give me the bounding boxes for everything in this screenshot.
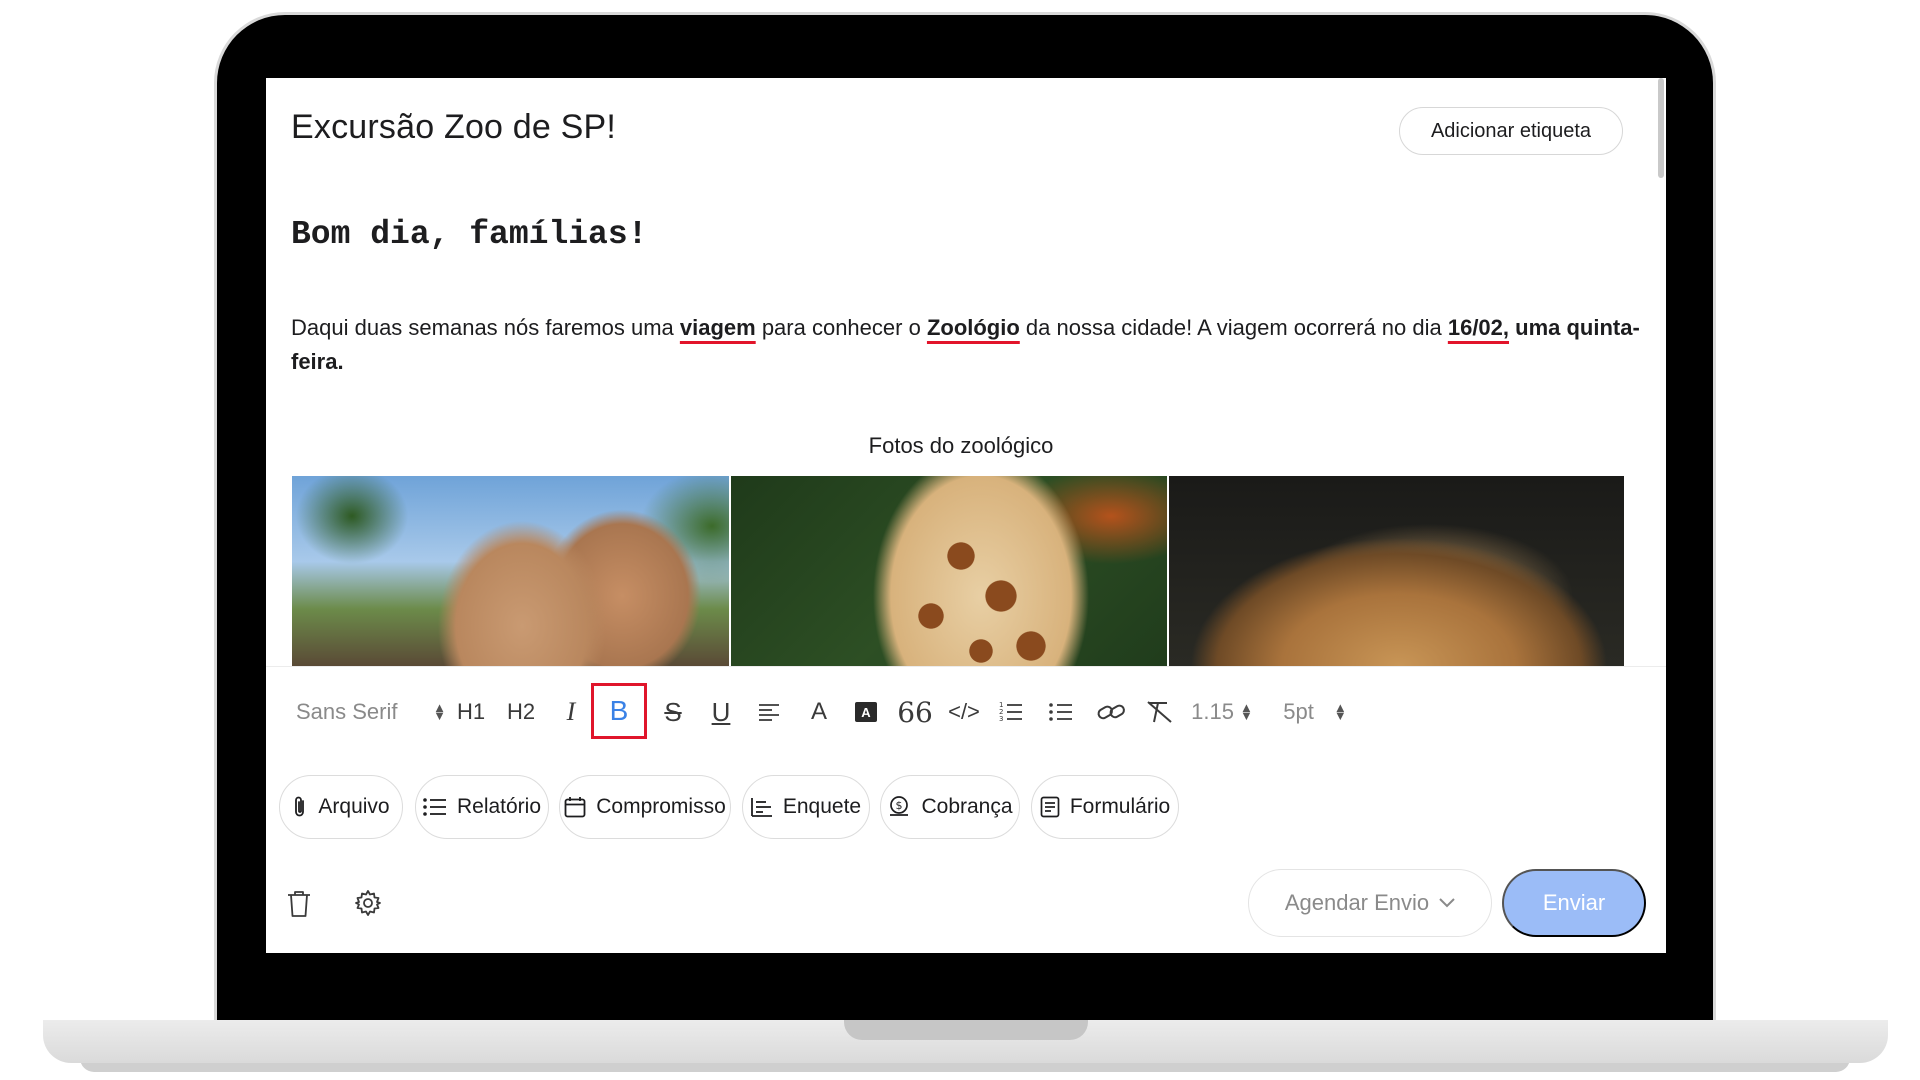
- paragraph-text: para conhecer o: [755, 315, 927, 340]
- composer-panel: Sans Serif ▲ ▼ H1 H2 I B S U A A 66 </> 1…: [266, 666, 1666, 953]
- poll-button[interactable]: Enquete: [742, 775, 870, 839]
- line-spacing-select[interactable]: 1.15 ▲ ▼: [1186, 689, 1258, 735]
- paragraph-text: Daqui duas semanas nós faremos uma: [291, 315, 680, 340]
- laptop-notch: [844, 1020, 1088, 1040]
- quote-button[interactable]: 66: [897, 689, 933, 735]
- svg-text:3: 3: [999, 715, 1003, 723]
- charge-button[interactable]: $ Cobrança: [880, 775, 1020, 839]
- background-color-button[interactable]: A: [853, 689, 879, 735]
- link-button[interactable]: [1094, 689, 1128, 735]
- gear-icon: [355, 890, 381, 916]
- bullet-list-button[interactable]: [1046, 689, 1076, 735]
- form-button[interactable]: Formulário: [1031, 775, 1179, 839]
- underline-button[interactable]: U: [706, 689, 736, 735]
- paragraph-text: da nossa cidade! A viagem ocorrerá no di…: [1019, 315, 1448, 340]
- formatting-toolbar: Sans Serif ▲ ▼ H1 H2 I B S U A A 66 </> 1…: [266, 667, 1666, 757]
- charge-label: Cobrança: [921, 795, 1013, 818]
- bold-button[interactable]: B: [591, 683, 647, 739]
- settings-button[interactable]: [354, 889, 382, 917]
- line-spacing-value: 1.15: [1191, 699, 1234, 724]
- report-label: Relatório: [456, 795, 542, 818]
- calendar-icon: [564, 797, 586, 818]
- vertical-scrollbar[interactable]: [1658, 78, 1664, 178]
- send-button[interactable]: Enviar: [1502, 869, 1646, 937]
- svg-text:$: $: [896, 799, 903, 812]
- ordered-list-button[interactable]: 123: [996, 689, 1026, 735]
- photo-gallery: [292, 476, 1624, 666]
- paperclip-icon: [295, 796, 305, 817]
- spellcheck-word-zoologio[interactable]: Zoológio: [927, 315, 1020, 340]
- font-family-select[interactable]: Sans Serif ▲ ▼: [296, 689, 446, 735]
- ordered-list-icon: 123: [999, 701, 1022, 723]
- money-icon: $: [890, 796, 909, 816]
- attach-file-label: Arquivo: [318, 795, 390, 818]
- select-caret-icon: ▲ ▼: [433, 700, 446, 723]
- form-icon: [1040, 796, 1060, 818]
- body-paragraph[interactable]: Daqui duas semanas nós faremos uma viage…: [291, 311, 1651, 379]
- poll-icon: [750, 798, 772, 817]
- clear-format-icon: [1147, 701, 1172, 723]
- align-left-icon: [759, 704, 779, 721]
- font-size-select[interactable]: 5pt ▲ ▼: [1281, 689, 1349, 735]
- trash-icon: [288, 891, 310, 917]
- list-icon: [423, 798, 446, 816]
- editor-screen: Excursão Zoo de SP! Adicionar etiqueta B…: [266, 78, 1666, 953]
- select-caret-icon: ▲ ▼: [1333, 700, 1347, 723]
- gallery-caption[interactable]: Fotos do zoológico: [266, 433, 1656, 459]
- greeting-heading[interactable]: Bom dia, famílias!: [291, 216, 647, 253]
- code-button[interactable]: </>: [946, 689, 982, 735]
- heading1-button[interactable]: H1: [451, 689, 491, 735]
- background-color-icon: A: [855, 702, 877, 722]
- spellcheck-word-date[interactable]: 16/02,: [1448, 315, 1509, 340]
- font-size-value: 5pt: [1283, 699, 1314, 724]
- heading2-button[interactable]: H2: [501, 689, 541, 735]
- spellcheck-word-viagem[interactable]: viagem: [680, 315, 756, 340]
- delete-button[interactable]: [286, 889, 312, 919]
- clear-format-button[interactable]: [1144, 689, 1176, 735]
- schedule-send-dropdown[interactable]: Agendar Envio: [1248, 869, 1492, 937]
- appointment-label: Compromisso: [596, 795, 726, 818]
- composer-footer: Agendar Envio Enviar: [266, 869, 1666, 939]
- add-tag-button[interactable]: Adicionar etiqueta: [1399, 107, 1623, 155]
- schedule-send-label: Agendar Envio: [1284, 890, 1430, 915]
- form-label: Formulário: [1069, 795, 1171, 818]
- select-caret-icon: ▲ ▼: [1239, 700, 1253, 723]
- lion-photo[interactable]: [1168, 476, 1624, 666]
- strikethrough-button[interactable]: S: [658, 689, 688, 735]
- link-icon: [1097, 704, 1125, 720]
- attach-file-button[interactable]: Arquivo: [279, 775, 403, 839]
- bullet-list-icon: [1049, 703, 1072, 721]
- italic-button[interactable]: I: [556, 689, 586, 735]
- font-color-button[interactable]: A: [804, 689, 834, 735]
- giraffe-photo[interactable]: [731, 476, 1167, 666]
- report-button[interactable]: Relatório: [415, 775, 549, 839]
- elephant-photo[interactable]: [292, 476, 730, 666]
- poll-label: Enquete: [782, 795, 862, 818]
- appointment-button[interactable]: Compromisso: [559, 775, 731, 839]
- font-family-value: Sans Serif: [296, 699, 398, 724]
- chevron-down-icon: [1439, 898, 1455, 908]
- post-title[interactable]: Excursão Zoo de SP!: [291, 108, 616, 147]
- align-left-button[interactable]: [754, 689, 784, 735]
